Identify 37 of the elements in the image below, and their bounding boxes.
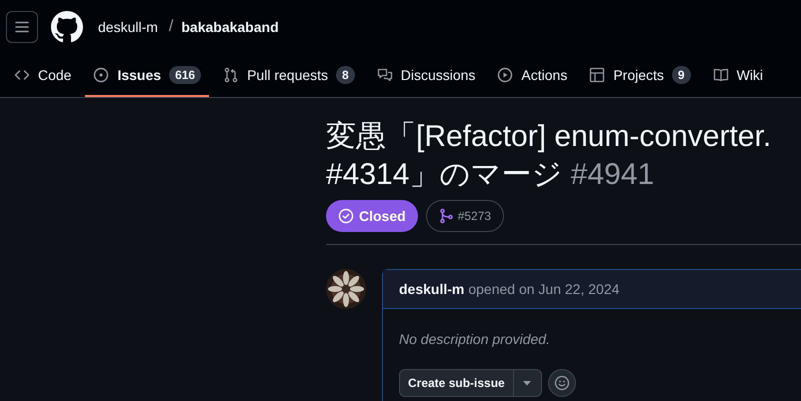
pull-request-icon [223, 66, 240, 82]
repo-tab[interactable]: Discussions [368, 54, 484, 97]
book-icon [712, 66, 729, 82]
play-icon [497, 66, 514, 82]
repo-tab[interactable]: Pull requests 8 [215, 54, 363, 97]
issue-title: #4314」のマージ [326, 158, 562, 191]
comment-meta: opened on Jun 22, 2024 [468, 281, 620, 297]
smiley-icon [554, 375, 570, 391]
issue-icon [93, 66, 110, 82]
table-icon [589, 66, 606, 82]
comment-body: No description provided. [399, 331, 551, 347]
repo-link[interactable]: bakabakaband [181, 19, 279, 35]
repo-tab[interactable]: Wiki [704, 54, 772, 97]
menu-icon [14, 19, 30, 35]
owner-link[interactable]: deskull-m [98, 19, 158, 35]
dropdown-button[interactable] [514, 369, 542, 397]
create-sub-issue-button[interactable]: Create sub-issue [399, 369, 514, 397]
tab-counter: 616 [169, 66, 202, 84]
tab-counter: 8 [336, 66, 355, 84]
merge-icon [438, 208, 453, 224]
issue-number: #4941 [570, 158, 654, 191]
tab-counter: 9 [672, 66, 691, 84]
repo-tab[interactable]: Actions [489, 54, 576, 97]
comment-author[interactable]: deskull-m [399, 281, 464, 297]
repo-tab[interactable]: Issues 616 [85, 54, 210, 97]
repo-tab[interactable]: Code [6, 54, 80, 97]
state-label: Closed [326, 200, 418, 232]
repo-tab[interactable]: Projects 9 [581, 54, 699, 97]
menu-button[interactable] [6, 11, 38, 43]
discussions-icon [376, 66, 393, 82]
path-separator: / [168, 18, 174, 36]
reaction-button[interactable] [548, 369, 576, 397]
check-circle-icon [338, 208, 354, 224]
caret-icon [523, 380, 532, 386]
issue-title: 変愚「[Refactor] enum-converter. [326, 120, 772, 153]
octocat-logo-icon[interactable] [51, 11, 83, 43]
linked-pr-link[interactable]: #5273 [426, 200, 504, 232]
